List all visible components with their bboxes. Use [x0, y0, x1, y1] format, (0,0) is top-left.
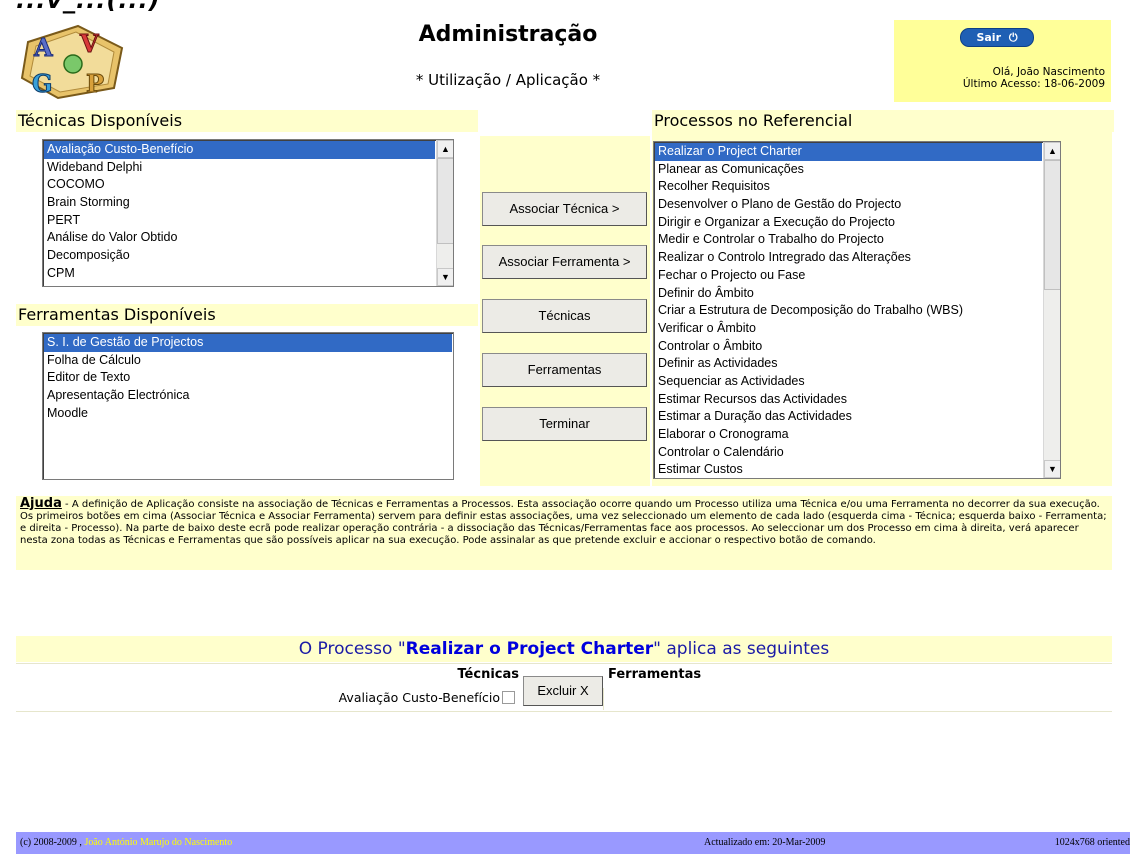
- tool-option[interactable]: S. I. de Gestão de Projectos: [44, 334, 452, 352]
- process-option[interactable]: Recolher Requisitos: [655, 178, 1042, 196]
- process-option[interactable]: Estimar Recursos das Actividades: [655, 391, 1042, 409]
- process-option[interactable]: Fechar o Projecto ou Fase: [655, 267, 1042, 285]
- technique-option[interactable]: CPM: [44, 265, 435, 283]
- technique-row-label: Avaliação Custo-Benefício: [338, 690, 500, 705]
- tools-heading: Ferramentas Disponíveis: [16, 304, 478, 326]
- user-greeting: Olá, João Nascimento: [992, 66, 1105, 78]
- scroll-up-icon[interactable]: ▲: [437, 140, 453, 158]
- technique-option[interactable]: PERT: [44, 212, 435, 230]
- techniques-column-header: Técnicas: [457, 667, 519, 682]
- tool-option[interactable]: Editor de Texto: [44, 369, 452, 387]
- tool-option[interactable]: Moodle: [44, 405, 452, 423]
- process-option[interactable]: Controlar o Calendário: [655, 444, 1042, 462]
- associate-tool-button[interactable]: Associar Ferramenta >: [482, 245, 647, 279]
- technique-option[interactable]: Brain Storming: [44, 194, 435, 212]
- page-subtitle: * Utilização / Aplicação *: [415, 71, 601, 89]
- divider: [16, 663, 1112, 664]
- process-option[interactable]: Medir e Controlar o Trabalho do Projecto: [655, 231, 1042, 249]
- finish-button[interactable]: Terminar: [482, 407, 647, 441]
- footer-resolution: 1024x768 oriented: [1054, 837, 1130, 848]
- cut-off-heading: ...v_...(...): [16, 0, 161, 14]
- footer-copyright: (c) 2008-2009 , João António Marujo do N…: [20, 832, 232, 854]
- actions-column: Associar Técnica > Associar Ferramenta >…: [480, 136, 650, 486]
- copyright-text: (c) 2008-2009 ,: [20, 837, 85, 848]
- scroll-thumb[interactable]: [437, 158, 453, 244]
- exclude-button[interactable]: Excluir X: [523, 676, 603, 706]
- process-option[interactable]: Desenvolver o Plano de Gestão do Project…: [655, 196, 1042, 214]
- technique-option[interactable]: Avaliação Custo-Benefício: [44, 141, 435, 159]
- column-divider: [603, 688, 604, 710]
- last-access: Último Acesso: 18-06-2009: [962, 78, 1105, 90]
- associate-technique-button[interactable]: Associar Técnica >: [482, 192, 647, 226]
- process-option[interactable]: Definir as Actividades: [655, 355, 1042, 373]
- scroll-down-icon[interactable]: ▼: [437, 268, 453, 286]
- process-option[interactable]: Estimar a Duração das Actividades: [655, 408, 1042, 426]
- process-option[interactable]: Verificar o Âmbito: [655, 320, 1042, 338]
- tool-option[interactable]: Apresentação Electrónica: [44, 387, 452, 405]
- tools-button[interactable]: Ferramentas: [482, 353, 647, 387]
- process-option[interactable]: Elaborar o Cronograma: [655, 426, 1042, 444]
- process-name: Realizar o Project Charter: [405, 639, 654, 659]
- techniques-scrollbar[interactable]: ▲ ▼: [436, 140, 453, 286]
- technique-option[interactable]: Decomposição: [44, 247, 435, 265]
- technique-option[interactable]: Análise do Valor Obtido: [44, 229, 435, 247]
- techniques-heading: Técnicas Disponíveis: [16, 110, 478, 132]
- process-detail-title: O Processo "Realizar o Project Charter" …: [16, 636, 1112, 662]
- page-title: Administração: [418, 22, 598, 47]
- scroll-down-icon[interactable]: ▼: [1044, 460, 1060, 478]
- logout-label: Sair: [976, 31, 1001, 44]
- process-option[interactable]: Planear as Comunicações: [655, 161, 1042, 179]
- process-detail-suffix: " aplica as seguintes: [653, 639, 830, 659]
- footer: (c) 2008-2009 , João António Marujo do N…: [16, 832, 1130, 854]
- process-option[interactable]: Definir do Âmbito: [655, 285, 1042, 303]
- exclude-checkbox[interactable]: [502, 691, 515, 704]
- footer-updated: Actualizado em: 20-Mar-2009: [704, 837, 826, 848]
- scroll-up-icon[interactable]: ▲: [1044, 142, 1060, 160]
- processes-heading: Processos no Referencial: [652, 110, 1114, 132]
- help-text: Ajuda - A definição de Aplicação consist…: [16, 496, 1112, 570]
- techniques-listbox[interactable]: Avaliação Custo-Benefício Wideband Delphi…: [42, 139, 454, 287]
- divider: [16, 711, 1112, 712]
- user-panel: Sair ⏻ Olá, João Nascimento Último Acess…: [894, 20, 1111, 102]
- author-link[interactable]: João António Marujo do Nascimento: [84, 837, 232, 848]
- process-option[interactable]: Estimar Custos: [655, 461, 1042, 478]
- process-option[interactable]: Sequenciar as Actividades: [655, 373, 1042, 391]
- process-detail-prefix: O Processo ": [298, 639, 406, 659]
- process-option[interactable]: Realizar o Controlo Intregrado das Alter…: [655, 249, 1042, 267]
- tools-column-header: Ferramentas: [608, 667, 702, 682]
- processes-listbox[interactable]: Realizar o Project Charter Planear as Com…: [653, 141, 1061, 479]
- process-option[interactable]: Dirigir e Organizar a Execução do Projec…: [655, 214, 1042, 232]
- technique-option[interactable]: Wideband Delphi: [44, 159, 435, 177]
- process-option[interactable]: Criar a Estrutura de Decomposição do Tra…: [655, 302, 1042, 320]
- help-body: - A definição de Aplicação consiste na a…: [20, 499, 1107, 546]
- scroll-thumb[interactable]: [1044, 160, 1060, 290]
- techniques-button[interactable]: Técnicas: [482, 299, 647, 333]
- power-icon: ⏻: [1008, 31, 1018, 44]
- process-option[interactable]: Controlar o Âmbito: [655, 338, 1042, 356]
- tools-listbox[interactable]: S. I. de Gestão de Projectos Folha de Cál…: [42, 332, 454, 480]
- processes-scrollbar[interactable]: ▲ ▼: [1043, 142, 1060, 478]
- tool-option[interactable]: Folha de Cálculo: [44, 352, 452, 370]
- logout-button[interactable]: Sair ⏻: [960, 28, 1034, 47]
- help-label: Ajuda: [20, 496, 62, 511]
- process-option[interactable]: Realizar o Project Charter: [655, 143, 1042, 161]
- technique-option[interactable]: COCOMO: [44, 176, 435, 194]
